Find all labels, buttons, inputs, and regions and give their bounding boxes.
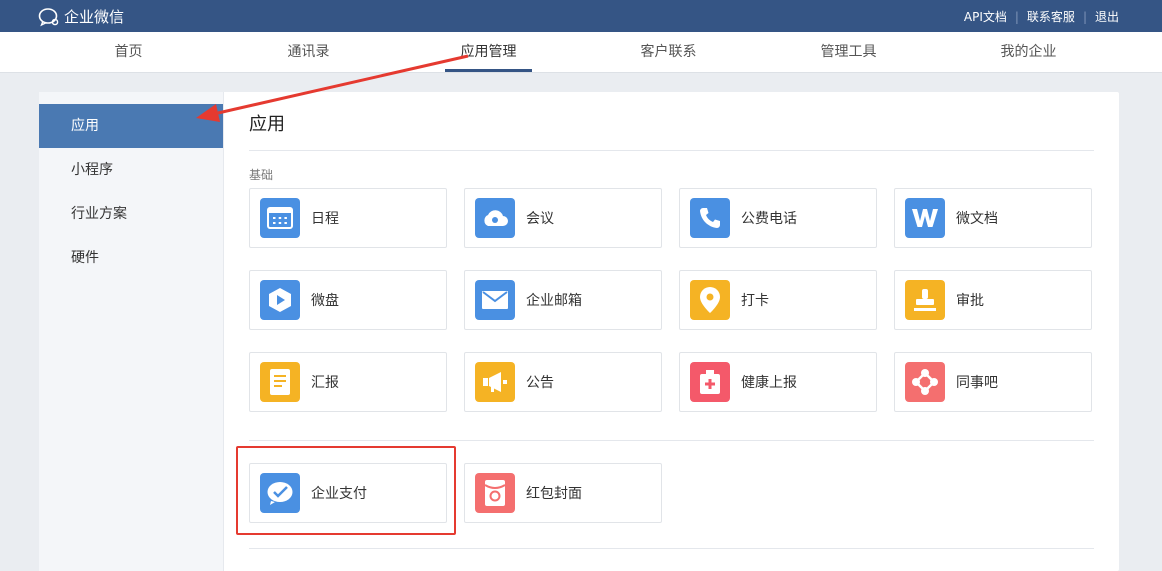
stamp-icon bbox=[905, 280, 945, 320]
section-divider bbox=[249, 440, 1094, 441]
sidebar-item-mini-programs[interactable]: 小程序 bbox=[39, 148, 223, 192]
app-label: 审批 bbox=[956, 293, 984, 309]
page-title: 应用 bbox=[249, 92, 1094, 151]
tab-contacts[interactable]: 通讯录 bbox=[265, 32, 352, 72]
app-label: 打卡 bbox=[741, 293, 769, 309]
app-label: 公告 bbox=[526, 375, 554, 391]
app-card-document[interactable]: 微文档 bbox=[894, 188, 1092, 248]
app-card-meeting[interactable]: 会议 bbox=[464, 188, 662, 248]
network-icon bbox=[905, 362, 945, 402]
mail-icon bbox=[475, 280, 515, 320]
separator: | bbox=[1082, 9, 1087, 24]
app-card-checkin[interactable]: 打卡 bbox=[679, 270, 877, 330]
app-label: 会议 bbox=[526, 211, 554, 227]
app-card-announcement[interactable]: 公告 bbox=[464, 352, 662, 412]
calendar-icon bbox=[260, 198, 300, 238]
tab-my-company[interactable]: 我的企业 bbox=[985, 32, 1072, 72]
report-icon bbox=[260, 362, 300, 402]
logout-link[interactable]: 退出 bbox=[1095, 8, 1119, 25]
app-card-report[interactable]: 汇报 bbox=[249, 352, 447, 412]
app-label: 公费电话 bbox=[741, 211, 797, 227]
section-divider bbox=[249, 548, 1094, 549]
phone-icon bbox=[690, 198, 730, 238]
brand-logo[interactable]: 企业微信 bbox=[38, 6, 124, 27]
app-card-health-report[interactable]: 健康上报 bbox=[679, 352, 877, 412]
app-card-colleague-forum[interactable]: 同事吧 bbox=[894, 352, 1092, 412]
app-card-enterprise-payment[interactable]: 企业支付 bbox=[249, 463, 447, 523]
app-label: 同事吧 bbox=[956, 375, 998, 391]
tab-home[interactable]: 首页 bbox=[85, 32, 172, 72]
app-label: 红包封面 bbox=[526, 486, 582, 502]
app-card-drive[interactable]: 微盘 bbox=[249, 270, 447, 330]
app-card-mail[interactable]: 企业邮箱 bbox=[464, 270, 662, 330]
main-panel: 应用 小程序 行业方案 硬件 应用 基础 日程 会议 公费电话 微文档 微盘 企… bbox=[39, 92, 1119, 571]
app-label: 健康上报 bbox=[741, 375, 797, 391]
brand-name: 企业微信 bbox=[64, 8, 125, 26]
location-pin-icon bbox=[690, 280, 730, 320]
separator: | bbox=[1014, 9, 1019, 24]
meeting-cloud-icon bbox=[475, 198, 515, 238]
app-label: 日程 bbox=[311, 211, 339, 227]
content-area: 应用 基础 日程 会议 公费电话 微文档 微盘 企业邮箱 打卡 审批 汇报 公告… bbox=[249, 92, 1094, 554]
app-label: 微盘 bbox=[311, 293, 339, 309]
tab-management-tools[interactable]: 管理工具 bbox=[805, 32, 892, 72]
tab-customer-contact[interactable]: 客户联系 bbox=[625, 32, 712, 72]
app-label: 企业邮箱 bbox=[526, 293, 582, 309]
health-kit-icon bbox=[690, 362, 730, 402]
api-docs-link[interactable]: API文档 bbox=[964, 8, 1007, 25]
sidebar-item-industry-solutions[interactable]: 行业方案 bbox=[39, 192, 223, 236]
app-card-phone[interactable]: 公费电话 bbox=[679, 188, 877, 248]
support-link[interactable]: 联系客服 bbox=[1027, 8, 1075, 25]
red-envelope-icon bbox=[475, 473, 515, 513]
megaphone-icon bbox=[475, 362, 515, 402]
sidebar-item-hardware[interactable]: 硬件 bbox=[39, 236, 223, 280]
app-card-red-envelope-cover[interactable]: 红包封面 bbox=[464, 463, 662, 523]
app-label: 微文档 bbox=[956, 211, 998, 227]
app-label: 汇报 bbox=[311, 375, 339, 391]
sidebar-item-apps[interactable]: 应用 bbox=[39, 104, 223, 148]
top-bar: 企业微信 API文档 | 联系客服 | 退出 bbox=[0, 0, 1162, 32]
chat-bubble-icon bbox=[38, 7, 60, 27]
payment-icon bbox=[260, 473, 300, 513]
app-card-approval[interactable]: 审批 bbox=[894, 270, 1092, 330]
drive-icon bbox=[260, 280, 300, 320]
sidebar: 应用 小程序 行业方案 硬件 bbox=[39, 92, 224, 571]
tab-app-management[interactable]: 应用管理 bbox=[445, 32, 532, 72]
main-nav: 首页 通讯录 应用管理 客户联系 管理工具 我的企业 bbox=[0, 32, 1162, 73]
top-links: API文档 | 联系客服 | 退出 bbox=[964, 8, 1119, 25]
app-label: 企业支付 bbox=[311, 486, 367, 502]
app-card-schedule[interactable]: 日程 bbox=[249, 188, 447, 248]
app-grid: 日程 会议 公费电话 微文档 微盘 企业邮箱 打卡 审批 汇报 公告 健康上报 … bbox=[249, 184, 1094, 554]
section-label-basic: 基础 bbox=[249, 168, 274, 182]
document-w-icon bbox=[905, 198, 945, 238]
